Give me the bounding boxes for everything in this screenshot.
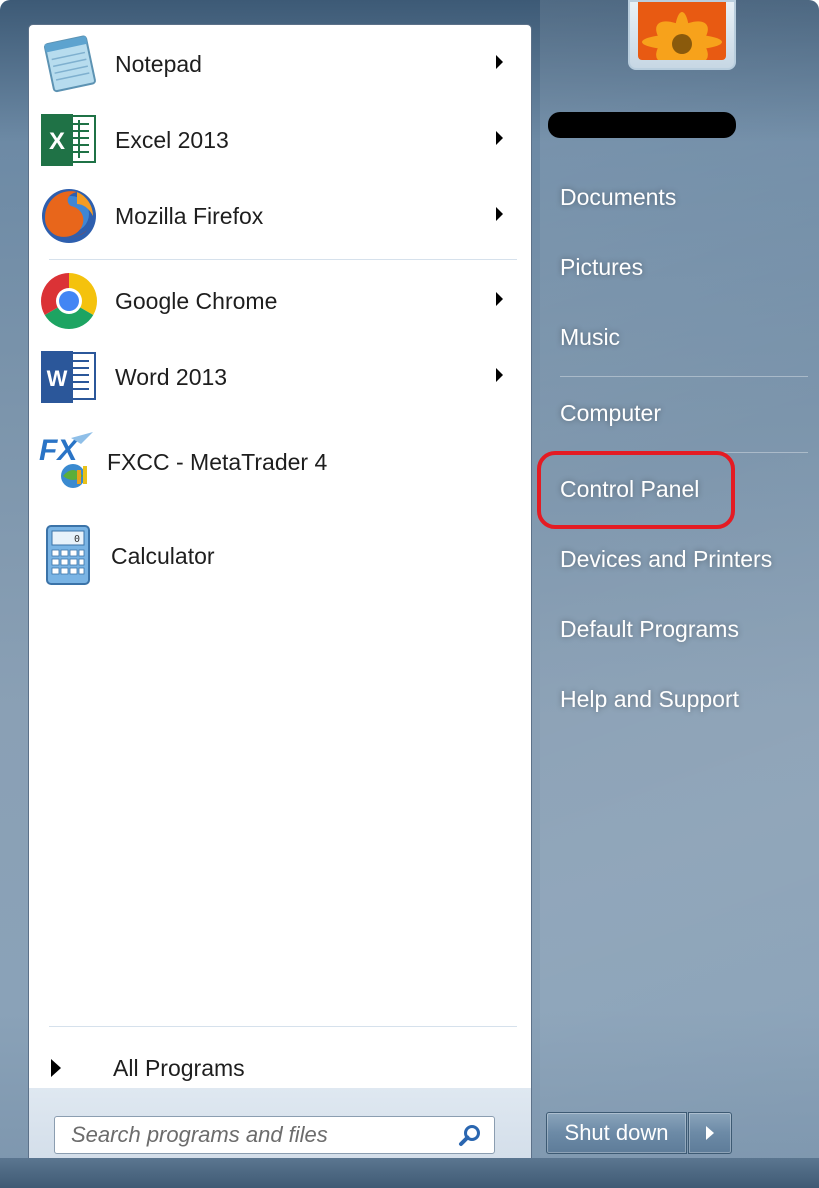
glass-background (540, 0, 819, 1188)
program-item-word[interactable]: W Word 2013 (35, 342, 515, 412)
right-item-default-programs[interactable]: Default Programs (560, 616, 739, 643)
expand-arrow-icon (51, 1059, 61, 1077)
program-item-chrome[interactable]: Google Chrome (35, 266, 515, 336)
program-label: Notepad (115, 50, 202, 77)
shutdown-label: Shut down (564, 1120, 669, 1145)
user-name-redacted (548, 112, 736, 138)
svg-text:0: 0 (74, 534, 80, 545)
calculator-icon: 0 (37, 524, 99, 588)
start-menu: Notepad X Excel 2013 Mozilla Firefox Goo… (0, 0, 819, 1188)
submenu-arrow-icon[interactable] (496, 368, 503, 382)
program-item-calculator[interactable]: 0 Calculator (35, 521, 515, 591)
metatrader-icon: FX (37, 430, 97, 494)
programs-pane: Notepad X Excel 2013 Mozilla Firefox Goo… (28, 24, 532, 1176)
right-separator (560, 376, 808, 377)
shutdown-button[interactable]: Shut down (546, 1112, 687, 1154)
right-item-devices-and-printers[interactable]: Devices and Printers (560, 546, 772, 573)
shutdown-options-button[interactable] (688, 1112, 732, 1154)
user-account-picture[interactable] (628, 0, 736, 70)
program-item-notepad[interactable]: Notepad (35, 29, 515, 99)
program-label: Word 2013 (115, 363, 228, 390)
program-label: Mozilla Firefox (115, 202, 264, 229)
program-label: Google Chrome (115, 287, 278, 314)
submenu-arrow-icon[interactable] (496, 207, 503, 221)
svg-text:W: W (47, 366, 68, 391)
right-item-computer[interactable]: Computer (560, 400, 661, 427)
program-label: Calculator (111, 542, 215, 569)
all-programs-button[interactable]: All Programs (49, 1043, 509, 1093)
control-panel-highlight-annotation (537, 451, 735, 529)
right-item-help-and-support[interactable]: Help and Support (560, 686, 739, 713)
taskbar-strip (0, 1158, 819, 1188)
notepad-icon (37, 32, 101, 96)
program-label: FXCC - MetaTrader 4 (107, 448, 328, 475)
program-item-firefox[interactable]: Mozilla Firefox (35, 181, 515, 251)
svg-text:X: X (49, 128, 65, 155)
submenu-arrow-icon[interactable] (496, 292, 503, 306)
submenu-arrow-icon[interactable] (496, 131, 503, 145)
program-item-excel[interactable]: X Excel 2013 (35, 105, 515, 175)
search-input[interactable] (69, 1121, 453, 1149)
all-programs-separator (49, 1026, 517, 1027)
excel-icon: X (37, 108, 101, 172)
program-item-metatrader[interactable]: FX FXCC - MetaTrader 4 (35, 427, 515, 497)
all-programs-label: All Programs (113, 1054, 245, 1081)
pinned-separator (49, 259, 517, 260)
right-item-music[interactable]: Music (560, 324, 620, 351)
submenu-arrow-icon[interactable] (496, 55, 503, 69)
search-icon[interactable] (458, 1124, 482, 1148)
right-item-documents[interactable]: Documents (560, 184, 676, 211)
chevron-right-icon (706, 1126, 714, 1140)
word-icon: W (37, 345, 101, 409)
program-label: Excel 2013 (115, 126, 229, 153)
chrome-icon (37, 269, 101, 333)
right-item-pictures[interactable]: Pictures (560, 254, 643, 281)
search-box[interactable] (54, 1116, 495, 1154)
firefox-icon (37, 184, 101, 248)
